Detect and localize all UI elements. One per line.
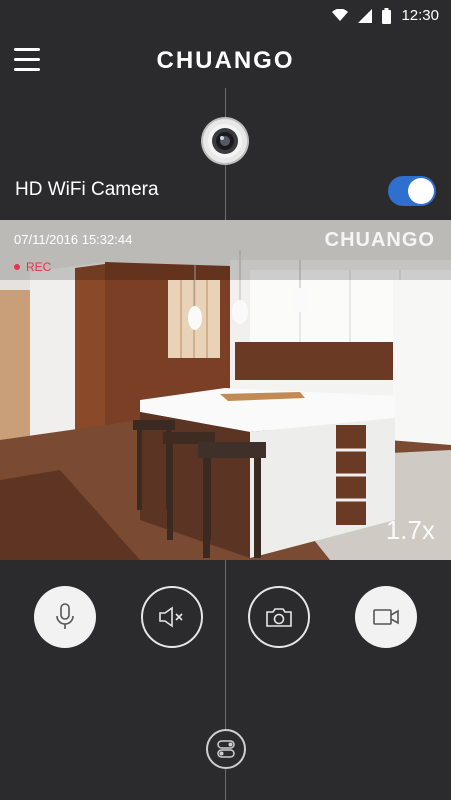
speaker-muted-icon bbox=[159, 606, 183, 628]
toggle-switches-button[interactable] bbox=[206, 729, 246, 769]
camera-row: HD WiFi Camera bbox=[0, 170, 451, 214]
camera-name: HD WiFi Camera bbox=[15, 179, 159, 200]
wifi-icon bbox=[332, 9, 349, 21]
camera-enable-toggle[interactable] bbox=[388, 176, 436, 206]
cell-signal-icon bbox=[358, 8, 373, 23]
camera-lens-icon[interactable] bbox=[203, 119, 247, 163]
microphone-button[interactable] bbox=[34, 586, 96, 648]
camera-live-feed[interactable]: 07/11/2016 15:32:44 REC CHUANGO 1.7x bbox=[0, 220, 451, 560]
zoom-level: 1.7x bbox=[385, 515, 435, 545]
video-camera-icon bbox=[373, 609, 399, 625]
feed-timestamp: 07/11/2016 15:32:44 bbox=[14, 232, 133, 247]
status-icons: 12:30 bbox=[332, 7, 439, 24]
toggle-knob bbox=[408, 178, 434, 204]
app-header: CHUANGO bbox=[0, 34, 451, 86]
kitchen-scene-image bbox=[0, 220, 451, 560]
feed-watermark: CHUANGO bbox=[324, 229, 435, 251]
camera-icon bbox=[266, 608, 292, 627]
rec-dot-icon bbox=[14, 264, 20, 270]
brand-logo: CHUANGO bbox=[156, 47, 295, 74]
rec-indicator: REC bbox=[14, 260, 51, 274]
snapshot-button[interactable] bbox=[248, 586, 310, 648]
record-video-button[interactable] bbox=[355, 586, 417, 648]
status-bar: 12:30 bbox=[0, 0, 451, 34]
microphone-icon bbox=[56, 603, 74, 629]
battery-icon bbox=[382, 7, 392, 24]
rec-label: REC bbox=[26, 260, 52, 274]
mute-button[interactable] bbox=[141, 586, 203, 648]
status-time: 12:30 bbox=[401, 7, 439, 24]
toggle-switches-icon bbox=[217, 740, 235, 758]
